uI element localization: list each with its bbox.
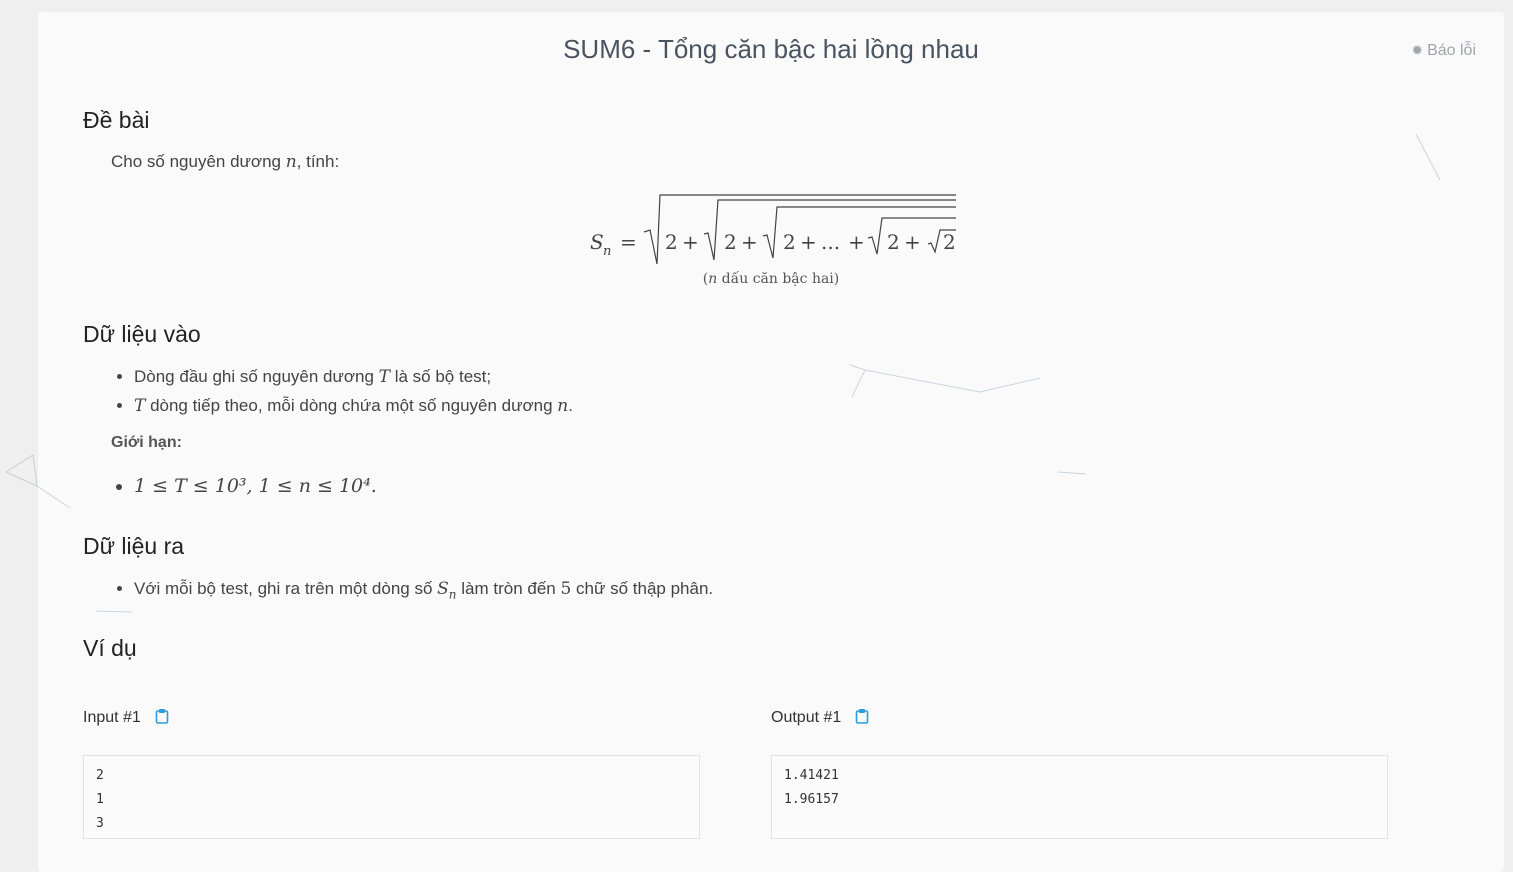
clipboard-icon[interactable] — [155, 708, 169, 729]
output-line: 1.41421 — [784, 768, 839, 783]
output-label: Output #1 — [771, 708, 869, 729]
sample-output-box[interactable]: 1.41421 1.96157 — [771, 755, 1388, 839]
output-heading: Dữ liệu ra — [83, 533, 185, 559]
formula-term-2: 2 — [724, 230, 737, 254]
formula-plus-5: + — [904, 230, 921, 254]
formula-term-4: 2 — [887, 230, 900, 254]
sample-input-box[interactable]: 2 1 3 — [83, 755, 700, 839]
formula-subscript: n — [603, 244, 611, 259]
formula-term-3: 2 — [783, 230, 796, 254]
example-heading: Ví dụ — [83, 635, 137, 661]
problem-card: SUM6 - Tổng căn bậc hai lồng nhau ✹ Báo l… — [38, 12, 1504, 872]
formula-plus-4: + — [848, 230, 865, 254]
input-line: 1 — [96, 792, 104, 807]
statement-intro: Cho số nguyên dương n, tính: — [111, 152, 340, 172]
formula-plus-2: + — [741, 230, 758, 254]
input-label: Input #1 — [83, 708, 169, 729]
clipboard-icon[interactable] — [855, 708, 869, 729]
input-line: 2 — [96, 768, 104, 783]
input-heading: Dữ liệu vào — [83, 321, 201, 347]
formula-term-1: 2 — [665, 230, 678, 254]
report-bug-link[interactable]: ✹ Báo lỗi — [1411, 42, 1476, 60]
formula-equals: = — [620, 230, 637, 254]
statement-heading: Đề bài — [83, 107, 150, 133]
list-item: Với mỗi bộ test, ghi ra trên một dòng số… — [134, 577, 713, 606]
limits-label: Giới hạn: — [111, 434, 182, 451]
formula-ellipsis: ... — [821, 230, 840, 254]
list-item: Dòng đầu ghi số nguyên dương T là số bộ … — [134, 365, 573, 389]
limit-item: 1 ≤ T ≤ 10³, 1 ≤ n ≤ 10⁴. — [134, 475, 377, 498]
output-line: 1.96157 — [784, 792, 839, 807]
limits-list: 1 ≤ T ≤ 10³, 1 ≤ n ≤ 10⁴. — [111, 475, 377, 503]
bug-icon: ✹ — [1411, 42, 1424, 58]
formula-lhs: S — [590, 230, 604, 254]
output-spec-list: Với mỗi bộ test, ghi ra trên một dòng số… — [111, 577, 713, 611]
report-label: Báo lỗi — [1427, 42, 1476, 59]
page-title: SUM6 - Tổng căn bậc hai lồng nhau — [563, 34, 979, 64]
formula-plus-1: + — [682, 230, 699, 254]
list-item: T dòng tiếp theo, mỗi dòng chứa một số n… — [134, 394, 573, 418]
formula-plus-3: + — [800, 230, 817, 254]
input-line: 3 — [96, 816, 104, 831]
formula-term-5: 2 — [943, 230, 956, 254]
formula-caption: (n dấu căn bậc hai) — [702, 271, 840, 287]
input-spec-list: Dòng đầu ghi số nguyên dương T là số bộ … — [111, 365, 573, 423]
